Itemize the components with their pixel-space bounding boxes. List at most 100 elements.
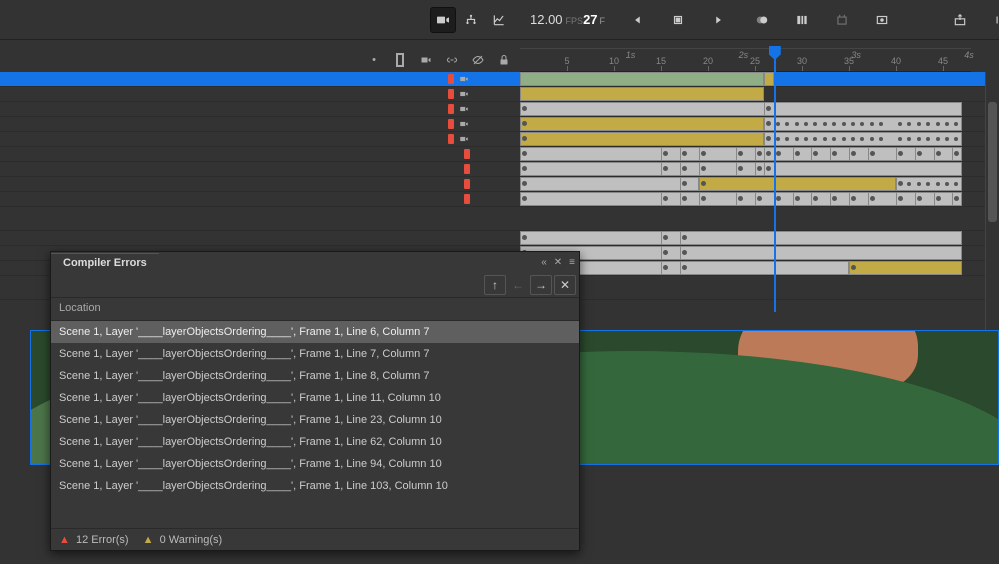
hierarchy-icon-button[interactable] bbox=[458, 7, 484, 33]
timeline-row[interactable] bbox=[0, 117, 999, 132]
error-item[interactable]: Scene 1, Layer '____layerObjectsOrdering… bbox=[51, 409, 579, 431]
keyframe[interactable] bbox=[936, 151, 941, 156]
close-panel-icon[interactable]: ✕ bbox=[551, 257, 565, 268]
layer-gutter[interactable] bbox=[0, 72, 520, 86]
keyframe[interactable] bbox=[663, 265, 668, 270]
scrollbar-thumb[interactable] bbox=[988, 102, 997, 222]
timeline-row[interactable] bbox=[0, 147, 999, 162]
timeline-track[interactable] bbox=[520, 177, 971, 191]
link-icon[interactable] bbox=[444, 52, 460, 68]
keyframe[interactable] bbox=[663, 166, 668, 171]
keyframe[interactable] bbox=[776, 196, 781, 201]
clip[interactable] bbox=[849, 261, 962, 275]
error-item[interactable]: Scene 1, Layer '____layerObjectsOrdering… bbox=[51, 321, 579, 343]
keyframe[interactable] bbox=[870, 151, 875, 156]
keyframe[interactable] bbox=[898, 196, 903, 201]
keyframe[interactable] bbox=[936, 196, 941, 201]
timeline-track[interactable] bbox=[520, 231, 971, 245]
prev-frame-button[interactable] bbox=[625, 7, 651, 33]
timeline-ruler[interactable]: 1s2s3s4s51015202530354045 bbox=[520, 48, 971, 72]
keyframe[interactable] bbox=[682, 196, 687, 201]
error-item[interactable]: Scene 1, Layer '____layerObjectsOrdering… bbox=[51, 387, 579, 409]
keyframe[interactable] bbox=[682, 166, 687, 171]
clip[interactable] bbox=[699, 177, 896, 191]
current-frame-display[interactable]: 27 F bbox=[583, 12, 605, 27]
timeline-track[interactable] bbox=[520, 162, 971, 176]
error-item[interactable]: Scene 1, Layer '____layerObjectsOrdering… bbox=[51, 475, 579, 497]
keyframe[interactable] bbox=[898, 181, 903, 186]
timeline-row[interactable] bbox=[0, 87, 999, 102]
go-forward-button[interactable]: → bbox=[530, 275, 552, 295]
clip[interactable] bbox=[764, 72, 773, 86]
clip[interactable] bbox=[520, 102, 962, 116]
layer-gutter[interactable] bbox=[0, 177, 520, 191]
timeline-row[interactable] bbox=[0, 102, 999, 117]
keyframe[interactable] bbox=[663, 250, 668, 255]
timeline-track[interactable] bbox=[520, 72, 971, 86]
keyframe[interactable] bbox=[522, 151, 527, 156]
clip[interactable] bbox=[520, 117, 764, 131]
step-back-button[interactable] bbox=[987, 7, 999, 33]
clip[interactable] bbox=[520, 87, 764, 101]
keyframe[interactable] bbox=[682, 151, 687, 156]
location-column-header[interactable]: Location bbox=[51, 298, 579, 320]
timeline-row[interactable] bbox=[0, 177, 999, 192]
panel-menu-icon[interactable]: ≡ bbox=[565, 257, 579, 268]
stop-button[interactable] bbox=[665, 7, 691, 33]
export-button[interactable] bbox=[947, 7, 973, 33]
keyframe[interactable] bbox=[682, 235, 687, 240]
keyframe[interactable] bbox=[757, 151, 762, 156]
clip[interactable] bbox=[520, 231, 962, 245]
keyframe[interactable] bbox=[522, 106, 527, 111]
error-item[interactable]: Scene 1, Layer '____layerObjectsOrdering… bbox=[51, 343, 579, 365]
layer-gutter[interactable] bbox=[0, 207, 520, 230]
keyframe[interactable] bbox=[682, 181, 687, 186]
timeline-row[interactable] bbox=[0, 132, 999, 147]
keyframe[interactable] bbox=[663, 235, 668, 240]
keyframe[interactable] bbox=[795, 151, 800, 156]
keyframe[interactable] bbox=[870, 196, 875, 201]
clip[interactable] bbox=[520, 177, 699, 191]
keyframe[interactable] bbox=[663, 196, 668, 201]
lock-icon[interactable] bbox=[496, 52, 512, 68]
keyframe[interactable] bbox=[522, 196, 527, 201]
error-item[interactable]: Scene 1, Layer '____layerObjectsOrdering… bbox=[51, 453, 579, 475]
timeline-track[interactable] bbox=[520, 102, 971, 116]
edit-multiple-button[interactable] bbox=[789, 7, 815, 33]
clip[interactable] bbox=[520, 132, 764, 146]
keyframe[interactable] bbox=[795, 196, 800, 201]
keyframe[interactable] bbox=[851, 151, 856, 156]
next-frame-button[interactable] bbox=[705, 7, 731, 33]
keyframe[interactable] bbox=[682, 265, 687, 270]
keyframe[interactable] bbox=[851, 196, 856, 201]
timeline-track[interactable] bbox=[520, 147, 971, 161]
timeline-track[interactable] bbox=[520, 246, 971, 260]
keyframe[interactable] bbox=[682, 250, 687, 255]
timeline-row[interactable] bbox=[0, 207, 999, 231]
error-list[interactable]: Scene 1, Layer '____layerObjectsOrdering… bbox=[51, 320, 579, 528]
timeline-row[interactable] bbox=[0, 162, 999, 177]
keyframe[interactable] bbox=[701, 151, 706, 156]
keyframe[interactable] bbox=[776, 151, 781, 156]
keyframe[interactable] bbox=[701, 196, 706, 201]
timeline-row[interactable] bbox=[0, 231, 999, 246]
keyframe[interactable] bbox=[522, 181, 527, 186]
camera-icon-button[interactable] bbox=[430, 7, 456, 33]
keyframe[interactable] bbox=[701, 166, 706, 171]
clear-button[interactable]: ✕ bbox=[554, 275, 576, 295]
layer-gutter[interactable] bbox=[0, 132, 520, 146]
layer-gutter[interactable] bbox=[0, 102, 520, 116]
keyframe[interactable] bbox=[701, 181, 706, 186]
dot-icon[interactable]: • bbox=[366, 52, 382, 68]
layer-gutter[interactable] bbox=[0, 162, 520, 176]
keyframe[interactable] bbox=[851, 265, 856, 270]
keyframe[interactable] bbox=[522, 166, 527, 171]
camera-column-icon[interactable] bbox=[418, 52, 434, 68]
keyframe[interactable] bbox=[917, 151, 922, 156]
timeline-track[interactable] bbox=[520, 87, 971, 101]
keyframe[interactable] bbox=[522, 136, 527, 141]
clip[interactable] bbox=[520, 72, 764, 86]
timeline-track[interactable] bbox=[520, 117, 971, 131]
outline-icon[interactable] bbox=[392, 52, 408, 68]
playhead[interactable] bbox=[774, 46, 776, 312]
